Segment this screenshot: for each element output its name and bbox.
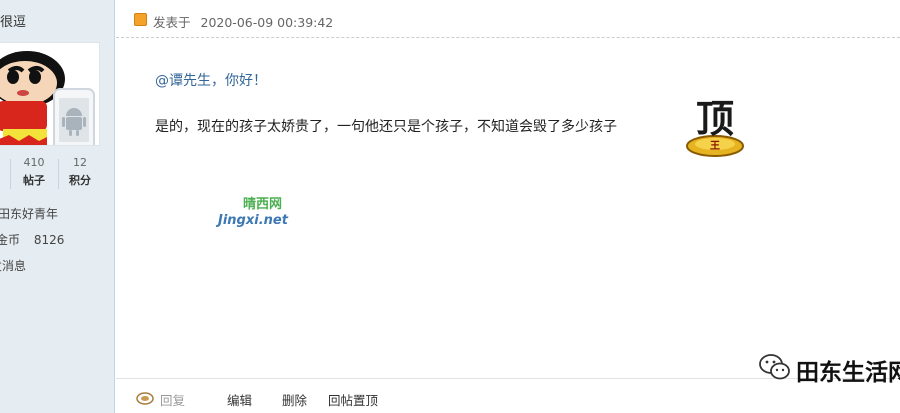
post-body: 是的，现在的孩子太娇贵了，一句他还只是个孩子，不知道会毁了多少孩子	[155, 119, 617, 135]
ding-emoji-icon: 王 顶	[682, 90, 748, 158]
stat-posts-value: 410	[23, 156, 45, 169]
reply-button[interactable]: 回复	[160, 390, 185, 409]
avatar[interactable]	[0, 42, 100, 146]
reply-mention[interactable]: @谭先生，你好！	[155, 70, 267, 90]
brand-name: 田东生活网	[796, 360, 900, 386]
wechat-icon	[758, 352, 792, 382]
send-message-link[interactable]: 发消息	[0, 257, 26, 274]
post-meta: 发表于 2020-06-09 00:39:42	[153, 12, 333, 31]
emoji-main-char: 顶	[696, 96, 734, 141]
user-sidebar: 很逗 410 帖子 12 积分 田东好青年 金币 8126 消息	[0, 0, 115, 413]
stat-posts[interactable]: 410 帖子	[16, 156, 52, 188]
stat-points[interactable]: 12 积分	[62, 156, 98, 188]
stat-points-label: 积分	[69, 174, 91, 187]
stat-points-value: 12	[73, 156, 87, 169]
user-stats: 410 帖子 12 积分	[0, 156, 115, 192]
pin-reply-button[interactable]: 回帖置顶	[328, 390, 378, 409]
user-group[interactable]: 田东好青年	[0, 205, 58, 222]
coins-value: 8126	[33, 233, 65, 247]
author-online-icon	[134, 13, 147, 26]
delete-button[interactable]: 删除	[282, 390, 307, 409]
coins-label: 金币	[0, 233, 21, 247]
post-header: 发表于 2020-06-09 00:39:42	[116, 0, 900, 38]
emoji-sub-char: 王	[710, 140, 720, 152]
stat-divider	[10, 159, 11, 189]
posted-label: 发表于	[153, 15, 191, 30]
watermark-en: Jingxi.net	[218, 213, 288, 228]
watermark-cn: 晴西网	[243, 197, 283, 212]
site-watermark: 晴西网 Jingxi.net	[218, 193, 288, 228]
post-date: 2020-06-09 00:39:42	[200, 15, 334, 30]
post-actions: 回复 编辑 删除 回帖置顶	[116, 378, 900, 413]
mobile-phone-icon	[53, 88, 95, 145]
edit-button[interactable]: 编辑	[227, 390, 252, 409]
stat-divider	[58, 159, 59, 189]
reply-icon[interactable]	[136, 390, 154, 405]
user-title: 很逗	[0, 15, 27, 30]
stat-posts-label: 帖子	[23, 174, 45, 187]
user-coins: 金币 8126	[0, 231, 64, 248]
